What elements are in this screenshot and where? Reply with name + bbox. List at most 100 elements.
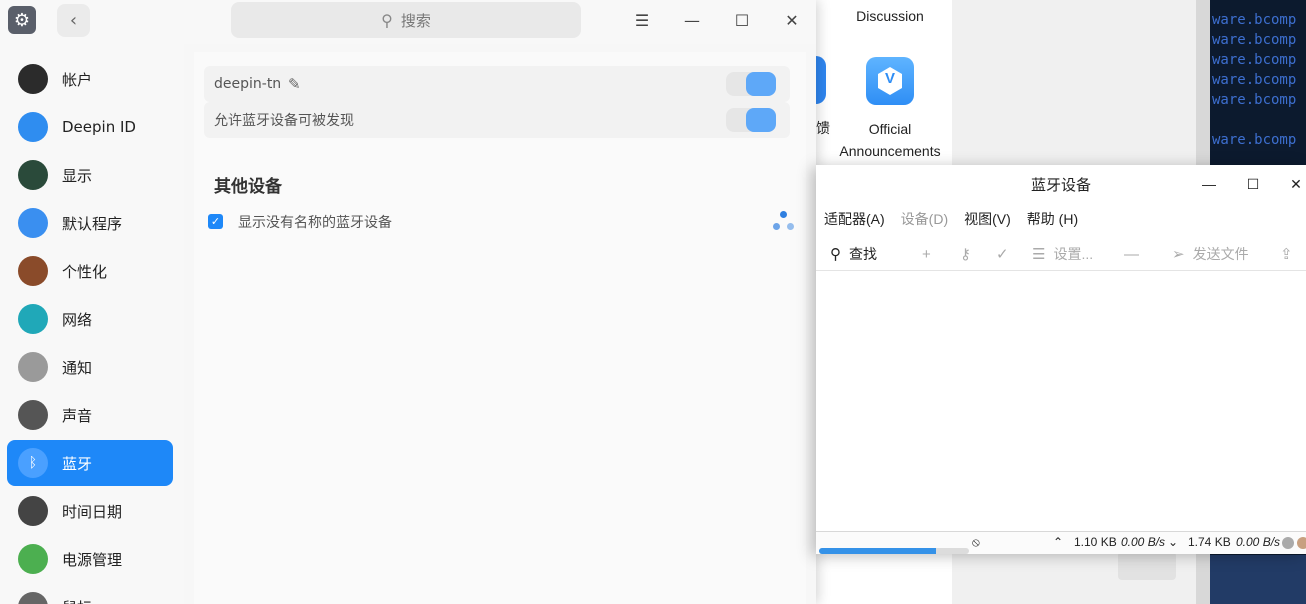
menu-button[interactable]: ☰ [630,8,654,32]
terminal-line: ware.bcomp [1212,32,1297,48]
bluetooth-icon: ᛒ [18,448,48,478]
show-unnamed-checkbox[interactable]: ✓ [208,214,223,229]
device-name-label: deepin-tn [214,76,282,92]
toolbar: ⚲ 查找 + ⚷ ✓ ☰ 设置... — ➢ 发送文件 ⇪ [816,237,1306,271]
send-icon: ➢ [1172,246,1185,263]
search-placeholder: 搜索 [400,11,431,30]
menu-help[interactable]: 帮助 (H) [1019,205,1086,233]
search-label: 查找 [849,246,877,262]
control-center-window: ⚙ ‹ ⚲ 搜索 ☰ — ☐ ✕ 帐户 Deepin ID 显示默认程序个性化网络通… [0,0,816,604]
edit-pencil-icon[interactable]: ✎ [288,75,301,93]
blocked-icon: ⦸ [972,535,980,549]
sidebar-item-0[interactable]: 帐户 [7,56,173,102]
default-apps-icon [18,208,48,238]
sidebar-item-6[interactable]: 通知 [7,344,173,390]
sidebar-item-label: 帐户 [62,70,93,89]
settings-button[interactable]: ☰ 设置... [1032,237,1093,271]
sidebar-item-2[interactable]: 显示 [7,152,173,198]
pair-button[interactable]: ⚷ [960,237,971,271]
sidebar-item-label: 时间日期 [62,502,123,521]
close-icon: ✕ [1290,175,1302,192]
sidebar-item-4[interactable]: 个性化 [7,248,173,294]
sidebar-item-label: 通知 [62,358,93,377]
settings-app-icon: ⚙ [8,6,36,34]
checkmark-icon: ✓ [210,215,221,228]
checkmark-icon: ✓ [996,246,1009,263]
other-devices-title: 其他设备 [214,177,282,197]
sidebar-item-label: 网络 [62,310,93,329]
terminal-line: ware.bcomp [1212,132,1297,148]
trust-button[interactable]: ✓ [996,237,1009,271]
maximize-icon: ☐ [734,10,750,30]
maximize-button[interactable]: ☐ [730,8,754,32]
sidebar-item-8[interactable]: ᛒ 蓝牙 [7,440,173,486]
upload-button[interactable]: ⇪ [1280,237,1293,271]
bell-icon [18,352,48,382]
sidebar-item-1[interactable]: Deepin ID [7,104,173,150]
discoverable-toggle[interactable] [726,108,776,132]
search-input[interactable]: ⚲ 搜索 [231,2,581,38]
sidebar-item-label: 鼠标 [62,597,92,604]
account-icon [18,64,48,94]
bluetooth-settings-panel: deepin-tn ✎ 允许蓝牙设备可被发现 其他设备 ✓ 显示没有名称的蓝牙设… [194,52,806,604]
menu-device[interactable]: 设备(D) [893,205,956,233]
feedback-label[interactable]: 馈 [816,118,830,138]
download-total: 1.74 KB [1188,535,1231,549]
upload-total: 1.10 KB [1074,535,1117,549]
sidebar-item-3[interactable]: 默认程序 [7,200,173,246]
maximize-button[interactable]: ☐ [1242,173,1264,195]
minimize-button[interactable]: — [680,8,704,32]
menu-view[interactable]: 视图(V) [956,205,1019,233]
background-upload-button[interactable] [1118,552,1176,580]
search-button[interactable]: ⚲ 查找 [830,237,877,271]
terminal-line: ware.bcomp [1212,52,1297,68]
sidebar-item-label: 个性化 [62,262,108,281]
window-title: 蓝牙设备 [1030,176,1091,194]
upload-speed-value: 0.00 B/s [1121,535,1166,549]
settings-label: 设置... [1053,246,1094,262]
adapter-status-icon [1282,537,1294,549]
sidebar-item-9[interactable]: 时间日期 [7,488,173,534]
sidebar-item-10[interactable]: 电源管理 [7,536,173,582]
cloud-icon [18,112,48,142]
device-list[interactable] [816,271,1306,531]
display-icon [18,160,48,190]
speaker-icon [18,400,48,430]
sidebar-item-label: 显示 [62,166,93,185]
close-button[interactable]: ✕ [1285,173,1306,195]
minimize-icon: — [684,10,700,30]
terminal-line: ware.bcomp [1212,92,1297,108]
discoverable-label: 允许蓝牙设备可被发现 [214,113,354,129]
hamburger-icon: ☰ [634,10,650,30]
sidebar-item-7[interactable]: 声音 [7,392,173,438]
terminal-bottom-area [1210,555,1306,604]
send-file-button[interactable]: ➢ 发送文件 [1172,237,1249,271]
download-speed-value: 0.00 B/s [1236,535,1281,549]
close-button[interactable]: ✕ [780,8,804,32]
status-bar: ⦸ ⌃ 1.10 KB 0.00 B/s ⌄ 1.74 KB 0.00 B/s [816,531,1306,554]
upload-arrow-icon: ⌃ [1053,535,1064,549]
sidebar-item-11[interactable]: 鼠标 [7,584,173,604]
minimize-button[interactable]: — [1198,173,1220,195]
sidebar-item-5[interactable]: 网络 [7,296,173,342]
download-speed: 0.00 B/s [1236,535,1280,549]
remove-button[interactable]: — [1124,237,1139,271]
terminal-line: ware.bcomp [1212,12,1297,28]
download-arrow-icon: ⌄ [1168,535,1179,549]
announcements-label[interactable]: Official Announcements [834,118,946,162]
sidebar-item-label: 蓝牙 [62,454,93,473]
add-button[interactable]: + [922,237,931,271]
back-button[interactable]: ‹ [57,4,90,37]
discussion-label[interactable]: Discussion [854,8,926,24]
list-icon: ☰ [1032,246,1046,263]
discoverable-row: 允许蓝牙设备可被发现 [204,102,790,138]
menubar: 适配器(A) 设备(D) 视图(V) 帮助 (H) [816,205,1086,233]
sidebar: 帐户 Deepin ID 显示默认程序个性化网络通知声音 ᛒ 蓝牙时间日期电源管理鼠标 [0,44,184,604]
menu-adapter[interactable]: 适配器(A) [816,205,893,233]
v-glyph: V [884,70,895,87]
shield-v-icon[interactable]: V [866,57,914,105]
show-unnamed-label[interactable]: 显示没有名称的蓝牙设备 [238,212,392,232]
bluetooth-toggle[interactable] [726,72,776,96]
feedback-app-icon[interactable] [816,56,826,104]
minus-icon: — [1124,245,1139,263]
